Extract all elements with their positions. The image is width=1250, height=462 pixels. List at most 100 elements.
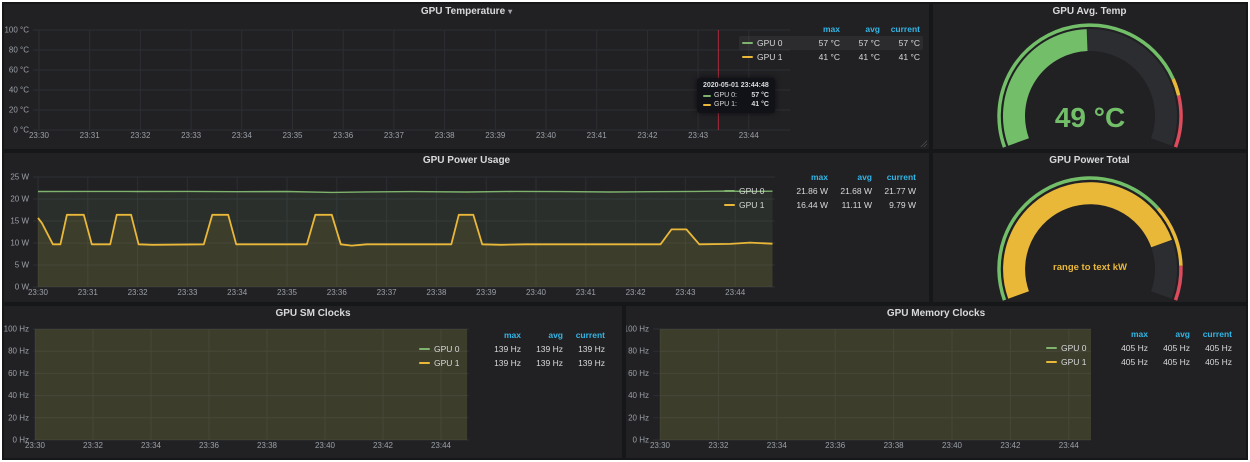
svg-text:23:34: 23:34 [141,441,162,450]
legend-value: 57 °C [800,38,840,48]
legend-col-avg[interactable]: avg [828,172,872,182]
svg-text:20 °C: 20 °C [9,106,29,115]
legend-series-label: GPU 1 [434,358,460,368]
legend-row-gpu1[interactable]: GPU 1 139 Hz 139 Hz 139 Hz [416,356,608,370]
svg-text:23:44: 23:44 [739,131,760,140]
tooltip-series-label: GPU 0: [714,92,737,99]
svg-text:40 Hz: 40 Hz [628,391,649,400]
legend-value: 405 Hz [1148,357,1190,367]
svg-text:23:43: 23:43 [688,131,709,140]
legend-col-current[interactable]: current [872,172,916,182]
series-dash-icon [703,95,711,97]
panel-resize-handle[interactable] [920,140,927,147]
tooltip-series-value: 41 °C [751,101,769,108]
legend-value: 405 Hz [1106,357,1148,367]
panel-title-gpu-sm-clocks[interactable]: GPU SM Clocks [4,306,622,322]
svg-text:23:32: 23:32 [130,131,151,140]
svg-text:23:38: 23:38 [426,288,447,297]
legend-row-gpu1[interactable]: GPU 1 405 Hz 405 Hz 405 Hz [1043,355,1235,369]
legend-col-avg[interactable]: avg [521,330,563,340]
svg-text:23:44: 23:44 [725,288,746,297]
svg-text:15 W: 15 W [10,217,29,226]
power-total-gauge: range to text kW [933,153,1246,302]
svg-text:23:44: 23:44 [431,441,452,450]
legend-value: 9.79 W [872,200,916,210]
svg-text:40 Hz: 40 Hz [8,391,29,400]
legend-row-gpu0[interactable]: GPU 0 21.86 W 21.68 W 21.77 W [721,184,919,198]
svg-text:23:34: 23:34 [227,288,248,297]
legend-value: 16.44 W [784,200,828,210]
svg-text:23:31: 23:31 [80,131,101,140]
svg-text:23:30: 23:30 [25,441,46,450]
panel-title-text: GPU Temperature [421,6,505,17]
panel-title-gpu-power-total[interactable]: GPU Power Total [933,153,1246,169]
legend-series-label: GPU 1 [757,52,783,62]
svg-text:23:40: 23:40 [536,131,557,140]
svg-text:10 W: 10 W [10,239,29,248]
legend-value: 41 °C [840,52,880,62]
panel-title-text: GPU Power Usage [423,155,510,166]
legend-col-max[interactable]: max [800,24,840,34]
legend-row-gpu0[interactable]: GPU 0 57 °C 57 °C 57 °C [739,36,923,50]
legend-value: 405 Hz [1106,343,1148,353]
legend-row-gpu0[interactable]: GPU 0 405 Hz 405 Hz 405 Hz [1043,341,1235,355]
legend-row-gpu0[interactable]: GPU 0 139 Hz 139 Hz 139 Hz [416,342,608,356]
panel-title-gpu-memory-clocks[interactable]: GPU Memory Clocks [626,306,1246,322]
svg-text:23:41: 23:41 [587,131,608,140]
legend-value: 139 Hz [563,358,605,368]
legend-col-max[interactable]: max [1106,329,1148,339]
legend-gpu-power: max avg current GPU 0 21.86 W 21.68 W 21… [721,170,919,212]
legend-value: 57 °C [880,38,920,48]
svg-text:40 °C: 40 °C [9,86,29,95]
svg-text:23:40: 23:40 [315,441,336,450]
series-dash-icon [419,348,430,350]
legend-value: 139 Hz [479,344,521,354]
svg-text:23:38: 23:38 [257,441,278,450]
legend-col-avg[interactable]: avg [1148,329,1190,339]
svg-text:23:33: 23:33 [177,288,198,297]
svg-text:23:37: 23:37 [377,288,398,297]
chevron-down-icon: ▾ [508,7,512,16]
legend-header-row: max avg current [739,22,923,36]
panel-gpu-power-total: GPU Power Total range to text kW [933,153,1246,302]
panel-title-gpu-power-usage[interactable]: GPU Power Usage [4,153,929,169]
legend-col-avg[interactable]: avg [840,24,880,34]
series-dash-icon [724,190,735,192]
panel-gpu-sm-clocks: GPU SM Clocks 100 Hz80 Hz60 Hz40 Hz20 Hz… [4,306,622,458]
legend-row-gpu1[interactable]: GPU 1 41 °C 41 °C 41 °C [739,50,923,64]
svg-text:23:32: 23:32 [128,288,149,297]
panel-title-gpu-temperature[interactable]: GPU Temperature▾ [4,4,929,20]
screenshot-frame: GPU Temperature▾ 100 °C80 °C60 °C40 °C20… [0,0,1250,462]
legend-col-current[interactable]: current [880,24,920,34]
panel-gpu-avg-temp: GPU Avg. Temp 49 °C [933,4,1246,149]
legend-col-max[interactable]: max [479,330,521,340]
legend-value: 405 Hz [1190,357,1232,367]
svg-text:49 °C: 49 °C [1055,102,1125,133]
svg-text:23:42: 23:42 [1000,441,1021,450]
panel-title-gpu-avg-temp[interactable]: GPU Avg. Temp [933,4,1246,20]
legend-row-gpu1[interactable]: GPU 1 16.44 W 11.11 W 9.79 W [721,198,919,212]
svg-text:23:40: 23:40 [942,441,963,450]
svg-text:23:37: 23:37 [384,131,405,140]
svg-text:range to text kW: range to text kW [1053,262,1127,273]
svg-text:23:39: 23:39 [476,288,497,297]
series-dash-icon [419,362,430,364]
svg-text:80 Hz: 80 Hz [628,347,649,356]
legend-value: 139 Hz [521,358,563,368]
svg-text:23:36: 23:36 [333,131,354,140]
legend-value: 21.77 W [872,186,916,196]
svg-text:23:30: 23:30 [29,131,50,140]
svg-text:23:36: 23:36 [199,441,220,450]
svg-text:100 °C: 100 °C [4,26,29,35]
svg-text:0 °C: 0 °C [13,126,29,135]
svg-text:23:42: 23:42 [373,441,394,450]
tooltip-series-value: 57 °C [751,92,769,99]
legend-col-current[interactable]: current [1190,329,1232,339]
tooltip-row: GPU 0: 57 °C [703,91,769,100]
panel-title-text: GPU Power Total [1049,155,1129,166]
legend-gpu-temperature: max avg current GPU 0 57 °C 57 °C 57 °C … [739,22,923,64]
svg-text:23:35: 23:35 [277,288,298,297]
svg-text:80 Hz: 80 Hz [8,347,29,356]
legend-col-max[interactable]: max [784,172,828,182]
legend-col-current[interactable]: current [563,330,605,340]
